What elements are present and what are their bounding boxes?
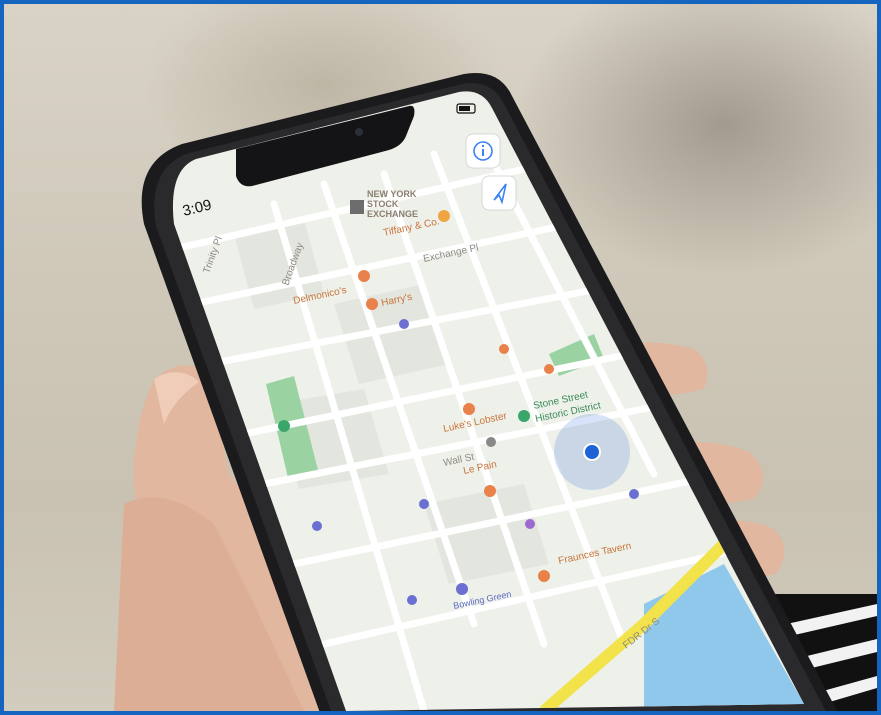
park-icon[interactable] xyxy=(278,420,290,432)
transit-icon[interactable] xyxy=(399,319,409,329)
landmark-icon xyxy=(350,200,364,214)
landmark-label-1: NEW YORK xyxy=(367,189,417,199)
location-arrow-button[interactable] xyxy=(481,175,517,211)
poi-icon-purple[interactable] xyxy=(525,519,535,529)
user-location-indicator xyxy=(554,414,630,490)
info-button[interactable] xyxy=(465,133,501,169)
landmark-label-3: EXCHANGE xyxy=(367,209,418,219)
photo-scene: Broadway Trinity Pl Exchange Pl FDR Dr S… xyxy=(114,73,877,711)
front-camera xyxy=(355,128,363,136)
transit-icon-3[interactable] xyxy=(629,489,639,499)
restaurant-icon[interactable] xyxy=(499,344,509,354)
transit-icon-2[interactable] xyxy=(419,499,429,509)
transit-icon-4[interactable] xyxy=(407,595,417,605)
restaurant-icon-2[interactable] xyxy=(544,364,554,374)
landmark-label-2: STOCK xyxy=(367,199,399,209)
museum-icon[interactable] xyxy=(312,521,322,531)
photo-frame: Broadway Trinity Pl Exchange Pl FDR Dr S… xyxy=(0,0,881,715)
